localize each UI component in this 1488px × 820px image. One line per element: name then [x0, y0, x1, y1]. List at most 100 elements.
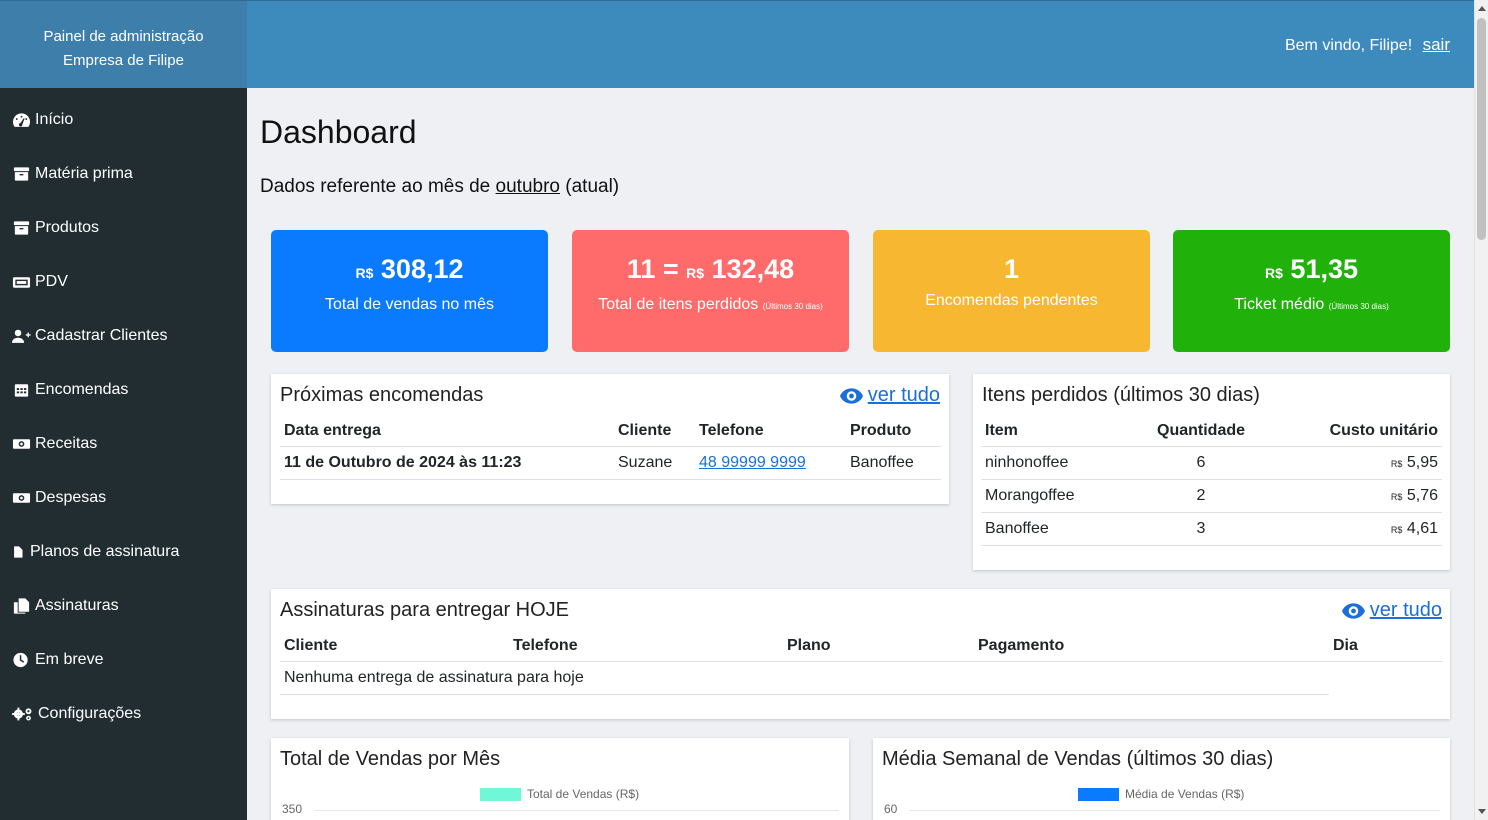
box-icon [13, 221, 30, 235]
column-header: Cliente [280, 631, 509, 662]
eye-icon [1341, 602, 1365, 619]
sales-by-month-chart: Total de Vendas por Mês Total de Vendas … [271, 738, 849, 820]
stat-note: (Últimos 30 dias) [762, 302, 823, 311]
column-header: Pagamento [974, 631, 1329, 662]
subscriptions-title: Assinaturas para entregar HOJE [280, 599, 570, 621]
sidebar-item-configuracoes[interactable]: Configurações [0, 687, 247, 741]
stat-currency: R$ [686, 265, 705, 281]
table-header-row: Data entrega Cliente Telefone Produto [280, 416, 941, 447]
column-header: Produto [846, 416, 941, 447]
order-product: Banoffee [846, 446, 941, 480]
legend-label: Total de Vendas (R$) [527, 787, 640, 801]
table-row: ninhonoffee 6 R$ 5,95 [981, 446, 1442, 480]
currency-symbol: R$ [1390, 458, 1403, 469]
subtitle-month: outubro [495, 176, 560, 197]
table-row: Morangoffee 2 R$ 5,76 [981, 479, 1442, 513]
sidebar: Início Matéria prima Produtos PDV Cadast… [0, 88, 247, 820]
sidebar-item-assinaturas[interactable]: Assinaturas [0, 579, 247, 633]
lost-items-title: Itens perdidos (últimos 30 dias) [982, 384, 1260, 406]
money-bill-icon [12, 439, 31, 449]
subscriptions-table: Cliente Telefone Plano Pagamento Dia Nen… [280, 631, 1443, 695]
legend-label: Média de Vendas (R$) [1125, 787, 1245, 801]
cash-register-icon [12, 277, 31, 288]
sidebar-item-label: Início [35, 111, 74, 128]
page-scrollbar[interactable] [1474, 0, 1488, 820]
currency-symbol: R$ [1390, 524, 1403, 535]
legend-swatch [480, 787, 521, 801]
company-name: Empresa de Filipe [63, 52, 184, 69]
column-header: Plano [783, 631, 974, 662]
table-row: Banoffee 3 R$ 4,61 [981, 512, 1442, 546]
logout-link[interactable]: sair [1423, 35, 1450, 54]
sidebar-item-label: Configurações [38, 705, 142, 722]
table-header-row: Item Quantidade Custo unitário [981, 416, 1442, 447]
sidebar-item-em-breve[interactable]: Em breve [0, 633, 247, 687]
sidebar-item-despesas[interactable]: Despesas [0, 471, 247, 525]
table-header-row: Cliente Telefone Plano Pagamento Dia [280, 631, 1443, 662]
lost-items-card: Itens perdidos (últimos 30 dias) Item Qu… [973, 374, 1450, 570]
page-subtitle: Dados referente ao mês de outubro (atual… [260, 176, 619, 198]
see-all-label: ver tudo [1369, 599, 1442, 621]
scrollbar-thumb[interactable] [1477, 18, 1486, 240]
box-icon [13, 167, 30, 181]
clock-icon [13, 652, 28, 668]
file-icon [14, 546, 23, 558]
subscriptions-card: Assinaturas para entregar HOJE ver tudo … [271, 589, 1450, 719]
top-bar: Bem vindo, Filipe! sair [247, 0, 1474, 88]
order-client: Suzane [614, 446, 695, 480]
copy-icon [13, 598, 30, 614]
order-phone-link[interactable]: 48 99999 9999 [699, 454, 806, 471]
orders-title: Próximas encomendas [280, 384, 484, 406]
see-all-label: ver tudo [867, 384, 940, 406]
sidebar-item-pdv[interactable]: PDV [0, 255, 247, 309]
weekly-average-chart: Média Semanal de Vendas (últimos 30 dias… [873, 738, 1450, 820]
lost-item-qty: 6 [1153, 446, 1250, 480]
table-row[interactable]: 11 de Outubro de 2024 às 11:23 Suzane 48… [280, 446, 941, 480]
gridline [909, 810, 1440, 811]
column-header: Item [981, 416, 1153, 447]
sidebar-item-receitas[interactable]: Receitas [0, 417, 247, 471]
column-header: Custo unitário [1249, 416, 1442, 447]
sidebar-item-label: Receitas [35, 435, 98, 452]
orders-see-all-link[interactable]: ver tudo [839, 384, 940, 407]
stat-label: Ticket médio [1234, 296, 1325, 313]
sidebar-item-cadastrar-clientes[interactable]: Cadastrar Clientes [0, 309, 247, 363]
lost-items-table: Item Quantidade Custo unitário ninhonoff… [981, 416, 1442, 546]
chart-legend[interactable]: Total de Vendas (R$) [480, 787, 639, 801]
order-date: 11 de Outubro de 2024 às 11:23 [280, 446, 614, 480]
stat-label: Total de vendas no mês [325, 296, 494, 313]
chart-legend[interactable]: Média de Vendas (R$) [1078, 787, 1244, 801]
currency-symbol: R$ [1390, 491, 1403, 502]
sidebar-item-encomendas[interactable]: Encomendas [0, 363, 247, 417]
sidebar-item-planos-de-assinatura[interactable]: Planos de assinatura [0, 525, 247, 579]
gauge-icon [12, 113, 31, 127]
column-header: Telefone [509, 631, 783, 662]
gridline [315, 810, 839, 811]
stat-value: 308,12 [380, 254, 464, 284]
sidebar-item-inicio[interactable]: Início [0, 93, 247, 147]
welcome-area: Bem vindo, Filipe! sair [1285, 35, 1450, 55]
lost-item-cost: 5,95 [1406, 453, 1438, 471]
column-header: Telefone [695, 416, 846, 447]
column-header: Quantidade [1153, 416, 1250, 447]
subscriptions-see-all-link[interactable]: ver tudo [1341, 599, 1442, 622]
scroll-up-icon[interactable] [1478, 6, 1486, 11]
lost-item-cost: 4,61 [1406, 519, 1438, 537]
chart-title: Média Semanal de Vendas (últimos 30 dias… [882, 748, 1274, 770]
column-header: Dia [1329, 631, 1443, 662]
column-header: Data entrega [280, 416, 614, 447]
sidebar-item-materia-prima[interactable]: Matéria prima [0, 147, 247, 201]
column-header: Cliente [614, 416, 695, 447]
sidebar-item-label: Em breve [35, 651, 104, 668]
lost-item-qty: 3 [1153, 512, 1250, 546]
cogs-icon [12, 707, 32, 721]
scroll-down-icon[interactable] [1478, 809, 1486, 814]
orders-card: Próximas encomendas ver tudo Data entreg… [271, 374, 949, 504]
empty-message: Nenhuma entrega de assinatura para hoje [280, 661, 1329, 695]
page-title: Dashboard [260, 114, 417, 150]
money-bill-icon [12, 493, 31, 503]
lost-item-qty: 2 [1153, 479, 1250, 513]
lost-item-name: Morangoffee [981, 479, 1153, 513]
lost-item-name: ninhonoffee [981, 446, 1153, 480]
sidebar-item-produtos[interactable]: Produtos [0, 201, 247, 255]
